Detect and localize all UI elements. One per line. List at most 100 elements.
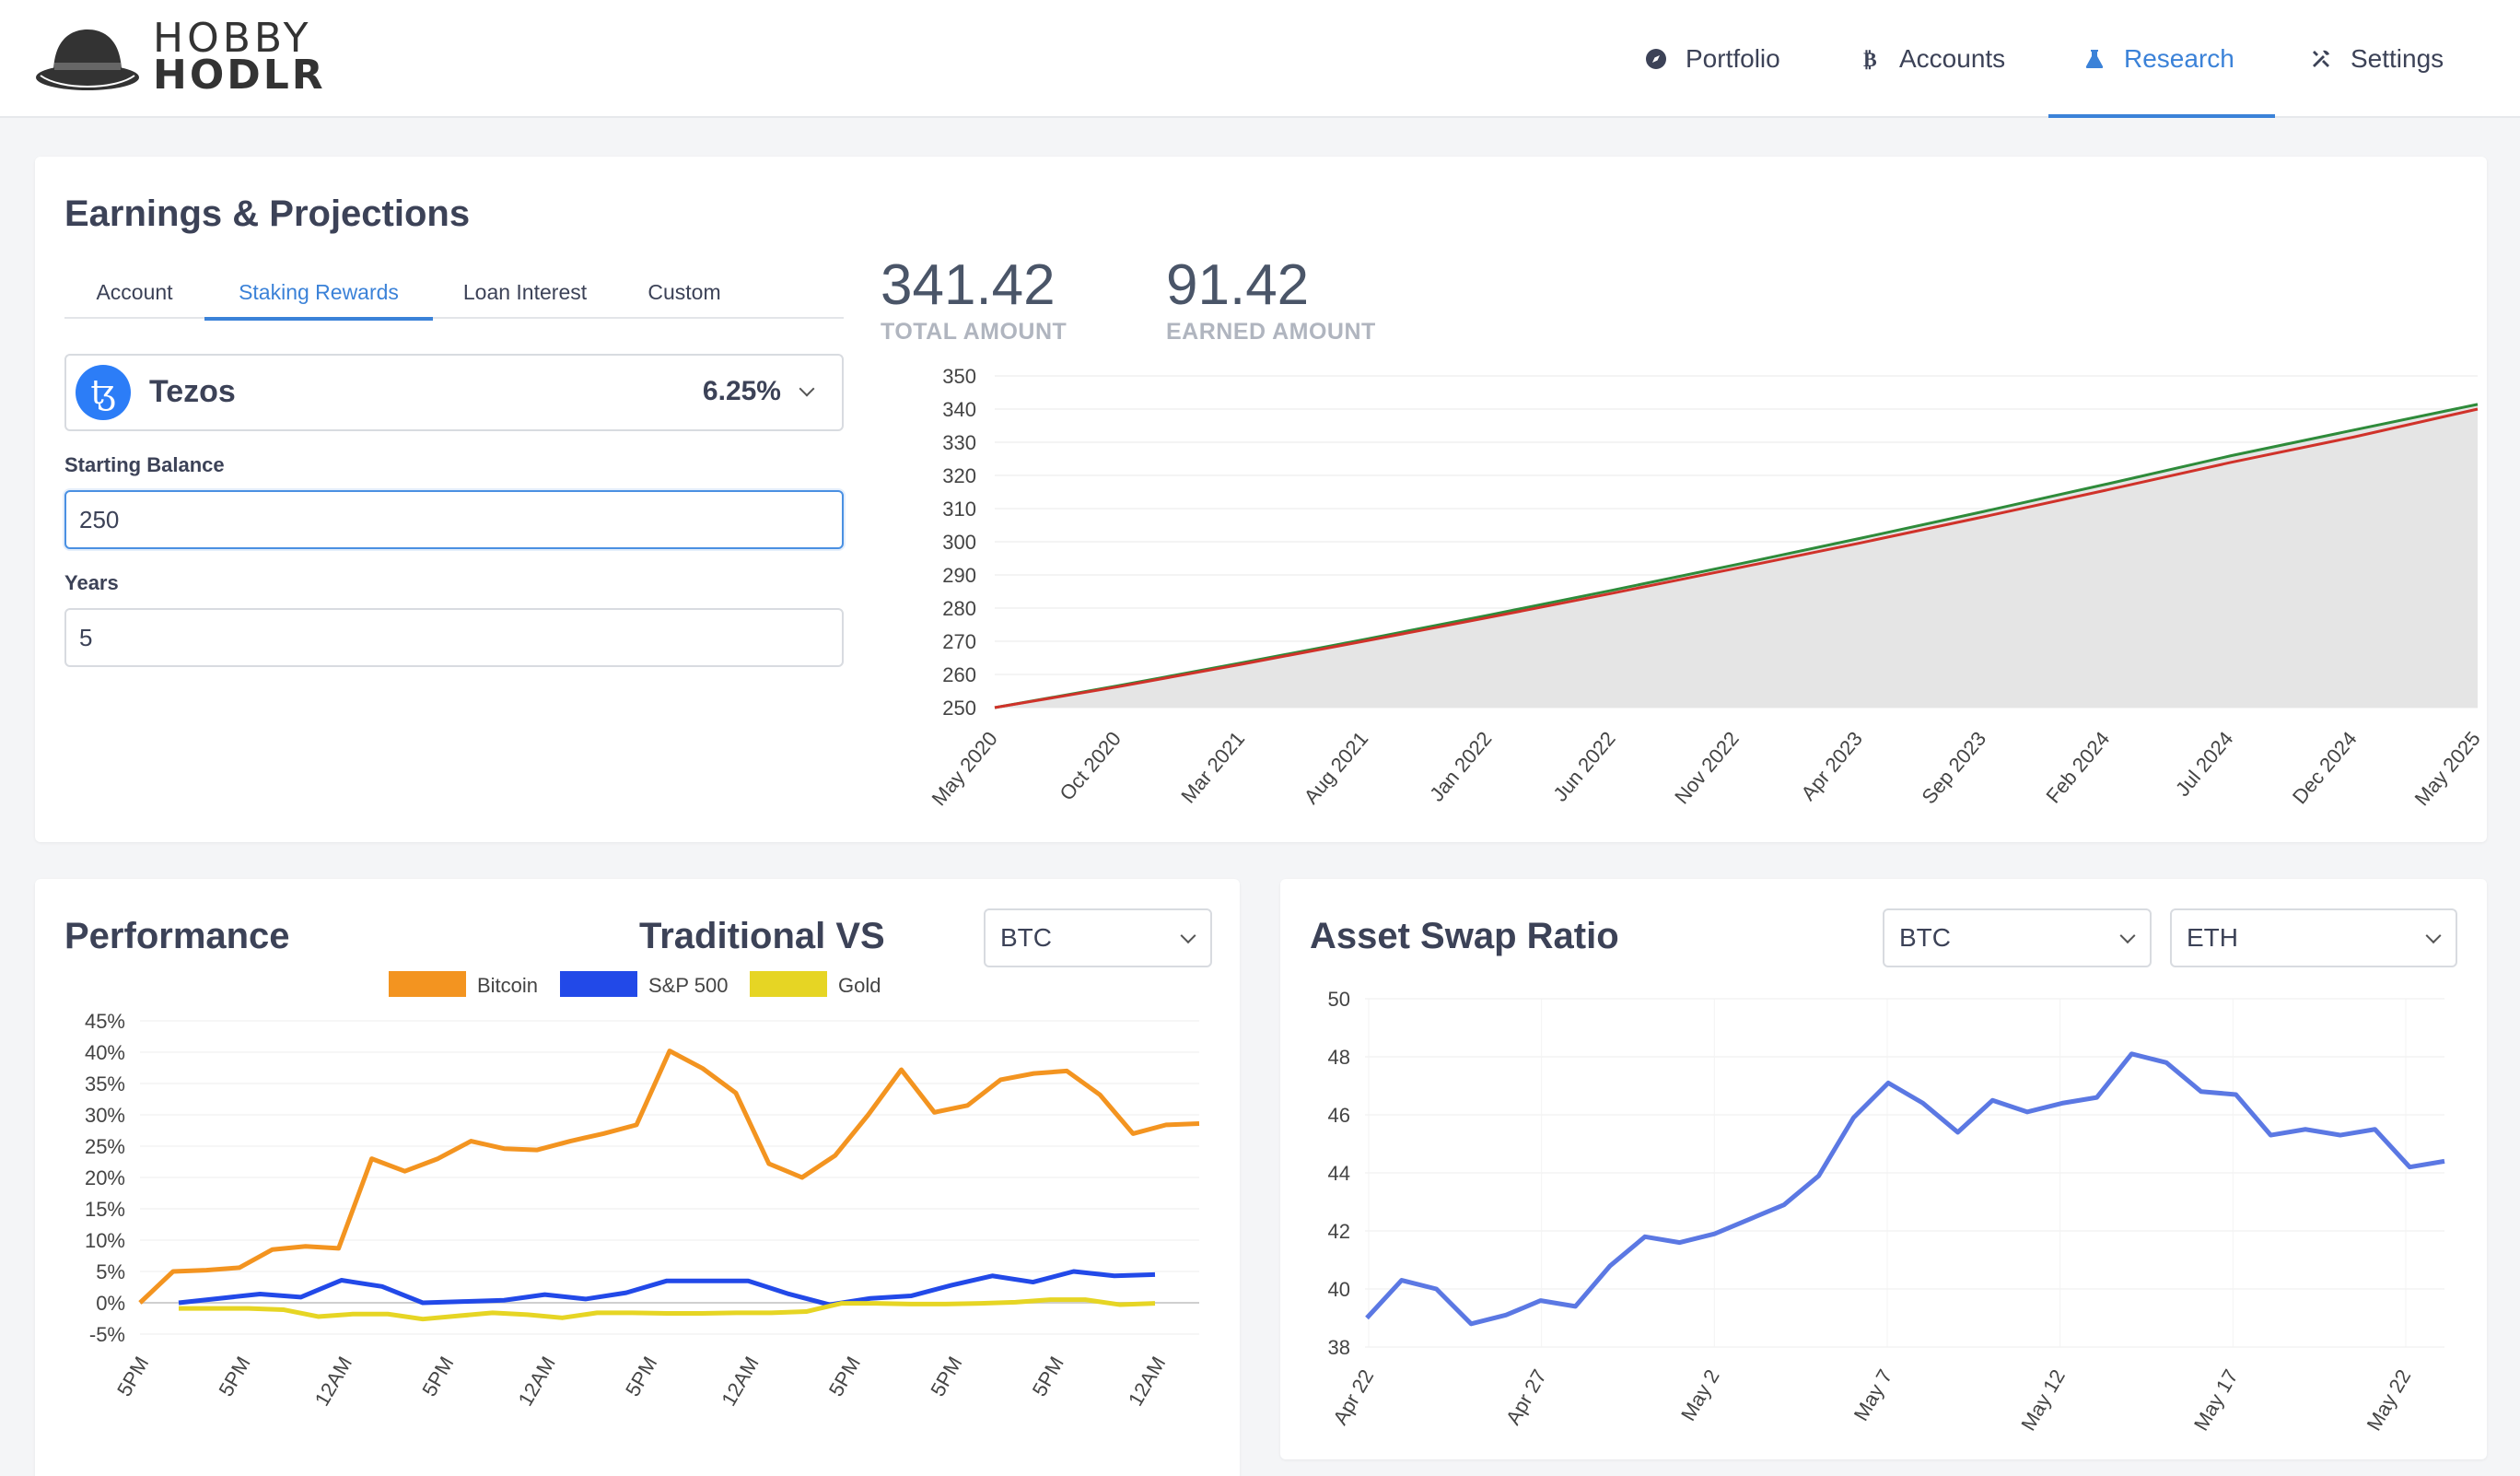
x-tick-label: Dec 2024 bbox=[2288, 727, 2362, 808]
x-tick-label: May 2 bbox=[1676, 1365, 1724, 1424]
y-tick-label: 40% bbox=[85, 1041, 125, 1064]
x-tick-label: Jun 2022 bbox=[1548, 727, 1619, 805]
y-tick-label: 280 bbox=[942, 597, 976, 620]
x-tick-label: Jan 2022 bbox=[1425, 727, 1496, 805]
x-tick-label: May 12 bbox=[2016, 1365, 2070, 1435]
x-tick-label: Jul 2024 bbox=[2171, 727, 2238, 801]
x-tick-label: 5PM bbox=[824, 1353, 865, 1400]
nav-portfolio[interactable]: Portfolio bbox=[1645, 0, 1780, 118]
swap-ratio-card: Asset Swap Ratio BTC ETH 38 40 42 44 46 48 50 A… bbox=[1280, 879, 2487, 1459]
legend-swatch bbox=[560, 971, 637, 997]
tab-account-label: Account bbox=[96, 280, 173, 304]
asset-name: Tezos bbox=[149, 374, 236, 409]
y-tick-label: 310 bbox=[942, 498, 976, 521]
swap-to-dropdown[interactable]: ETH bbox=[2170, 908, 2457, 967]
y-tick-label: 25% bbox=[85, 1135, 125, 1158]
nav-portfolio-label: Portfolio bbox=[1686, 44, 1780, 73]
swap-from-dropdown[interactable]: BTC bbox=[1883, 908, 2152, 967]
legend-swatch bbox=[750, 971, 827, 997]
asset-selector[interactable]: ꜩ Tezos 6.25% bbox=[64, 354, 844, 431]
flask-icon bbox=[2085, 50, 2104, 68]
performance-chart: Bitcoin S&P 500 Gold -5% 0% 5% 10% 15% 20% 25% 30%… bbox=[85, 971, 1200, 1410]
tab-staking-rewards[interactable]: Staking Rewards bbox=[204, 271, 433, 321]
tezos-icon: ꜩ bbox=[76, 365, 131, 420]
earnings-title: Earnings & Projections bbox=[64, 193, 471, 234]
y-tick-label: 35% bbox=[85, 1072, 125, 1095]
x-tick-label: Nov 2022 bbox=[1670, 727, 1744, 808]
x-tick-label: Apr 2023 bbox=[1796, 727, 1867, 804]
y-tick-label: 5% bbox=[96, 1260, 125, 1283]
y-tick-label: 0% bbox=[96, 1292, 125, 1315]
swap-title: Asset Swap Ratio bbox=[1310, 916, 1619, 956]
x-tick-label: Feb 2024 bbox=[2041, 727, 2114, 807]
tab-loan-interest-label: Loan Interest bbox=[462, 280, 588, 304]
x-tick-label: Apr 22 bbox=[1328, 1365, 1378, 1429]
x-tick-label: May 17 bbox=[2189, 1365, 2243, 1435]
chevron-down-icon bbox=[1180, 928, 1196, 944]
performance-card: Performance Traditional VS BTC Bitcoin S&… bbox=[35, 879, 1240, 1476]
performance-asset-dropdown[interactable]: BTC bbox=[984, 908, 1212, 967]
years-value: 5 bbox=[79, 623, 93, 651]
projection-chart: 250 260 270 280 290 300 310 320 330 340 350 May 202… bbox=[928, 365, 2485, 810]
x-tick-label: May 22 bbox=[2362, 1365, 2416, 1435]
nav-research[interactable]: Research bbox=[2083, 0, 2234, 118]
y-tick-label: 260 bbox=[942, 663, 976, 686]
x-tick-label: Sep 2023 bbox=[1917, 727, 1990, 808]
earnings-card: Earnings & Projections Account Staking R… bbox=[35, 157, 2487, 842]
y-tick-label: 340 bbox=[942, 398, 976, 421]
y-tick-label: 270 bbox=[942, 630, 976, 653]
years-input[interactable]: 5 bbox=[64, 608, 844, 667]
x-tick-label: May 7 bbox=[1849, 1365, 1897, 1424]
earned-amount-value: 91.42 bbox=[1166, 253, 1310, 317]
total-amount-value: 341.42 bbox=[881, 253, 1056, 317]
x-tick-label: 5PM bbox=[926, 1353, 966, 1400]
y-tick-label: 250 bbox=[942, 697, 976, 720]
y-tick-label: 46 bbox=[1328, 1104, 1350, 1127]
y-tick-label: 50 bbox=[1328, 988, 1350, 1011]
tab-loan-interest[interactable]: Loan Interest bbox=[433, 271, 617, 319]
asset-rate: 6.25% bbox=[702, 376, 781, 406]
x-tick-label: 5PM bbox=[214, 1353, 254, 1400]
years-label: Years bbox=[64, 571, 119, 594]
x-tick-label: 12AM bbox=[717, 1353, 763, 1410]
chevron-down-icon bbox=[799, 381, 815, 397]
nav-accounts[interactable]: ₿ Accounts bbox=[1859, 0, 2005, 118]
logo-line2: HODLR bbox=[153, 52, 326, 99]
tools-icon bbox=[2313, 50, 2329, 67]
earnings-tabs: Account Staking Rewards Loan Interest Cu… bbox=[64, 271, 844, 321]
series-line-bitcoin bbox=[138, 1048, 1200, 1305]
y-tick-label: 48 bbox=[1328, 1046, 1350, 1069]
starting-balance-input[interactable]: 250 bbox=[64, 490, 844, 549]
legend-label: S&P 500 bbox=[648, 974, 728, 997]
y-tick-label: 290 bbox=[942, 564, 976, 587]
logo-text: HOBBY HODLR bbox=[153, 18, 326, 99]
swap-to-selected: ETH bbox=[2187, 923, 2238, 952]
x-tick-label: May 2025 bbox=[2410, 727, 2485, 810]
swap-ratio-chart: 38 40 42 44 46 48 50 Apr 22 Apr 27 May 2 May 7 May … bbox=[1328, 988, 2445, 1435]
series-line-s-p-500 bbox=[178, 1269, 1156, 1307]
y-tick-label: 320 bbox=[942, 464, 976, 487]
y-tick-label: 350 bbox=[942, 365, 976, 388]
svg-text:₿: ₿ bbox=[1863, 49, 1877, 70]
tab-custom[interactable]: Custom bbox=[617, 271, 752, 319]
y-tick-label: 330 bbox=[942, 431, 976, 454]
y-tick-label: -5% bbox=[89, 1323, 125, 1346]
tab-custom-label: Custom bbox=[648, 280, 721, 304]
compass-icon bbox=[1646, 49, 1666, 69]
app-logo[interactable]: HOBBY HODLR bbox=[33, 18, 328, 99]
starting-balance-label: Starting Balance bbox=[64, 453, 225, 476]
y-tick-label: 42 bbox=[1328, 1220, 1350, 1243]
chevron-down-icon bbox=[2119, 928, 2136, 944]
x-tick-label: 12AM bbox=[514, 1353, 560, 1410]
performance-subtitle: Traditional VS bbox=[639, 916, 885, 956]
y-tick-label: 40 bbox=[1328, 1278, 1350, 1301]
legend-swatch bbox=[389, 971, 466, 997]
top-navbar: HOBBY HODLR Portfolio ₿ Accounts Researc… bbox=[0, 0, 2520, 118]
tab-account[interactable]: Account bbox=[64, 271, 204, 319]
starting-balance-value: 250 bbox=[79, 505, 120, 533]
active-nav-indicator bbox=[2048, 114, 2275, 118]
performance-title: Performance bbox=[64, 916, 290, 956]
x-tick-label: 5PM bbox=[621, 1353, 661, 1400]
x-tick-label: 5PM bbox=[417, 1353, 458, 1400]
nav-settings[interactable]: Settings bbox=[2310, 0, 2444, 118]
